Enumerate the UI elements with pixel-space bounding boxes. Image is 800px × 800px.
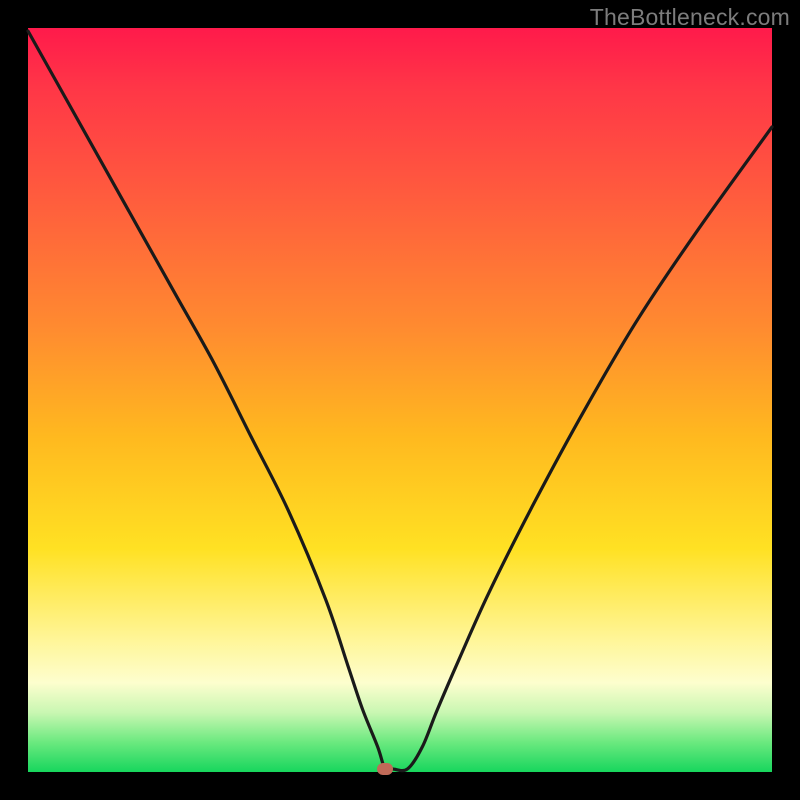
plot-area (28, 28, 772, 772)
chart-frame: TheBottleneck.com (0, 0, 800, 800)
optimal-point-marker (377, 763, 393, 775)
watermark-text: TheBottleneck.com (590, 4, 790, 31)
bottleneck-curve (28, 28, 772, 772)
